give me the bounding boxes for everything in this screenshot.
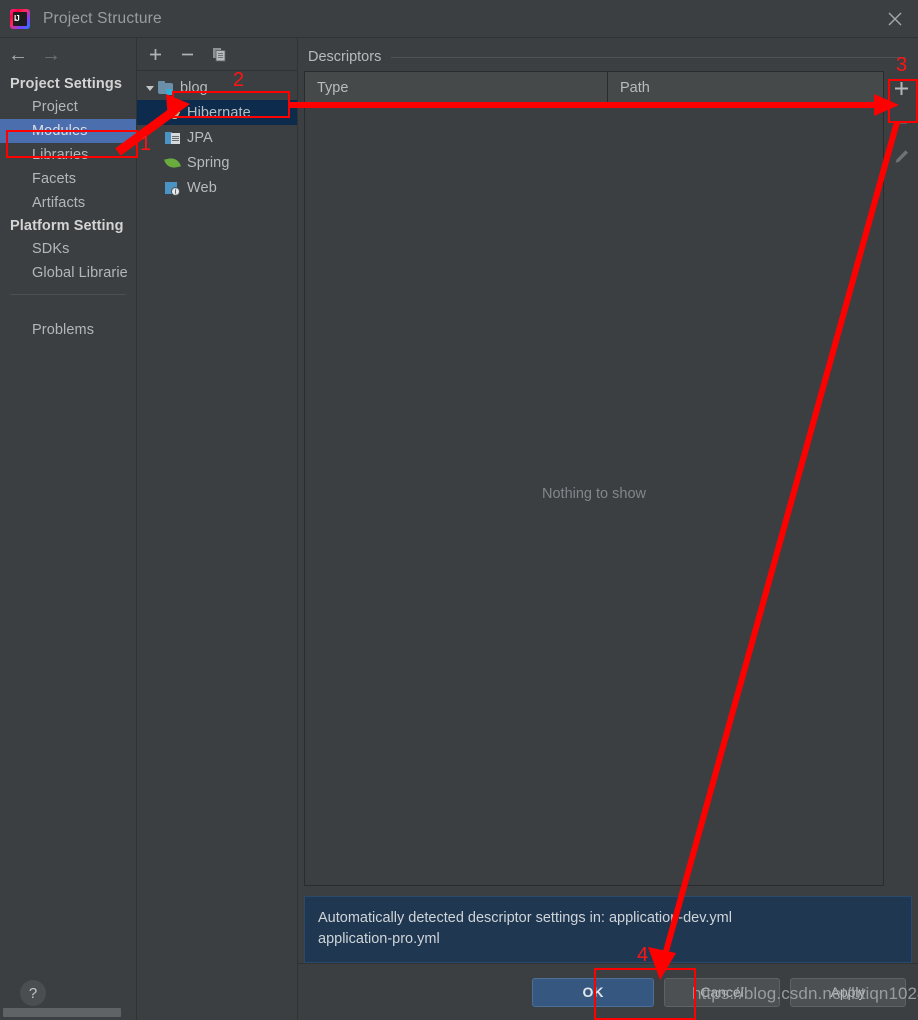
tree-node-blog[interactable]: blog bbox=[137, 75, 297, 100]
descriptors-panel: Descriptors Type Path Nothing to show Au… bbox=[298, 37, 918, 1020]
tree-node-label: Spring bbox=[187, 154, 230, 171]
descriptors-header: Descriptors bbox=[298, 38, 918, 71]
titlebar: IJ Project Structure bbox=[0, 0, 918, 37]
arrow-right-icon[interactable]: → bbox=[41, 45, 61, 65]
sidebar-item-facets[interactable]: Facets bbox=[0, 167, 136, 191]
tree-node-label: JPA bbox=[187, 129, 213, 146]
table-body: Nothing to show bbox=[305, 104, 883, 885]
ok-button[interactable]: OK bbox=[532, 977, 654, 1007]
table-header-row: Type Path bbox=[305, 72, 883, 104]
spring-leaf-icon bbox=[164, 155, 181, 171]
column-header-path[interactable]: Path bbox=[608, 72, 883, 103]
notification-line-2: application-pro.yml bbox=[318, 930, 440, 947]
dialog-body: ← → Project Settings Project Modules Lib… bbox=[0, 37, 918, 1020]
sidebar-item-problems[interactable]: Problems bbox=[0, 318, 136, 342]
auto-detected-notification: Automatically detected descriptor settin… bbox=[304, 895, 912, 963]
dialog-footer: OK Cancel Apply bbox=[298, 963, 918, 1020]
sidebar-list: Project Settings Project Modules Librari… bbox=[0, 71, 136, 342]
minus-icon[interactable] bbox=[179, 46, 196, 63]
tree-node-label: Hibernate bbox=[187, 104, 251, 121]
sidebar-divider bbox=[10, 294, 126, 295]
folder-icon bbox=[158, 80, 174, 96]
descriptors-side-toolbar bbox=[884, 71, 918, 886]
arrow-left-icon[interactable]: ← bbox=[8, 45, 28, 65]
tree-node-web[interactable]: Web bbox=[137, 175, 297, 200]
intellij-idea-logo-icon: IJ bbox=[10, 8, 30, 29]
help-button[interactable]: ? bbox=[20, 980, 46, 1006]
window-title: Project Structure bbox=[43, 9, 162, 27]
sidebar-item-artifacts[interactable]: Artifacts bbox=[0, 191, 136, 215]
tree-node-label: blog bbox=[180, 79, 208, 96]
descriptors-title: Descriptors bbox=[308, 49, 382, 65]
descriptors-divider bbox=[391, 56, 906, 58]
plus-icon[interactable] bbox=[147, 46, 164, 63]
modules-tree-panel: blog Hibernate JPA Spring Web bbox=[137, 37, 298, 1020]
sidebar-item-project[interactable]: Project bbox=[0, 95, 136, 119]
tree-node-jpa[interactable]: JPA bbox=[137, 125, 297, 150]
hibernate-icon bbox=[165, 105, 181, 121]
tree-node-hibernate[interactable]: Hibernate bbox=[137, 100, 297, 125]
cancel-button[interactable]: Cancel bbox=[664, 977, 780, 1007]
descriptors-table: Type Path Nothing to show bbox=[304, 71, 884, 886]
jpa-icon bbox=[165, 130, 181, 146]
apply-button[interactable]: Apply bbox=[790, 977, 906, 1007]
sidebar-horizontal-scrollbar[interactable] bbox=[0, 1006, 136, 1020]
descriptors-table-zone: Type Path Nothing to show bbox=[298, 71, 918, 886]
close-icon[interactable] bbox=[872, 0, 918, 37]
tree-node-label: Web bbox=[187, 179, 217, 196]
sidebar-item-sdks[interactable]: SDKs bbox=[0, 237, 136, 261]
settings-sidebar: ← → Project Settings Project Modules Lib… bbox=[0, 37, 137, 1020]
modules-toolbar bbox=[137, 38, 297, 71]
sidebar-nav-buttons: ← → bbox=[0, 38, 136, 71]
chevron-down-icon[interactable] bbox=[143, 81, 157, 95]
sidebar-group-platform-settings: Platform Setting bbox=[10, 218, 124, 234]
web-icon bbox=[165, 180, 181, 196]
remove-descriptor-button[interactable] bbox=[886, 107, 916, 137]
sidebar-item-modules[interactable]: Modules bbox=[0, 119, 136, 143]
add-descriptor-button[interactable] bbox=[886, 73, 916, 103]
sidebar-group-project-settings: Project Settings bbox=[10, 76, 122, 92]
sidebar-item-libraries[interactable]: Libraries bbox=[0, 143, 136, 167]
notification-line-1: Automatically detected descriptor settin… bbox=[318, 909, 732, 926]
project-structure-dialog: IJ Project Structure ← → Project Setting… bbox=[0, 0, 918, 1020]
copy-icon[interactable] bbox=[211, 46, 228, 63]
empty-state-text: Nothing to show bbox=[542, 486, 646, 503]
sidebar-item-global-libraries[interactable]: Global Librarie bbox=[0, 261, 136, 285]
column-header-type[interactable]: Type bbox=[305, 72, 608, 103]
tree-node-spring[interactable]: Spring bbox=[137, 150, 297, 175]
edit-descriptor-button[interactable] bbox=[886, 141, 916, 171]
modules-tree: blog Hibernate JPA Spring Web bbox=[137, 71, 297, 200]
